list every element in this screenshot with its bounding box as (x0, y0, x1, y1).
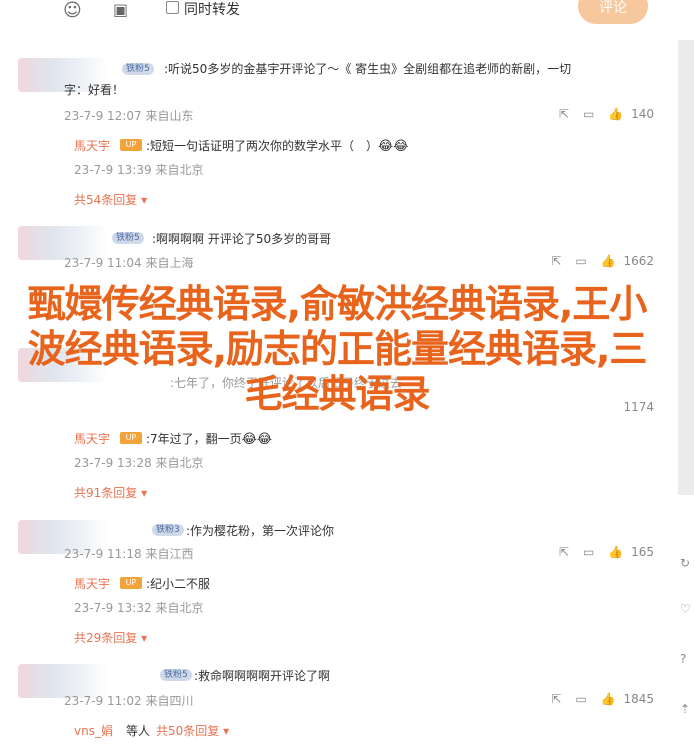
fans-badge: 铁粉5 (122, 63, 154, 75)
refresh-icon[interactable]: ↻ (680, 556, 690, 570)
reply-text: :短短一句话证明了两次你的数学水平（ ）😂😂 (146, 139, 409, 154)
like-icon[interactable]: 👍 (608, 107, 623, 121)
share-icon[interactable]: ⇱ (551, 254, 561, 268)
reply-icon[interactable]: ▭ (575, 692, 586, 706)
fans-badge: 铁粉3 (152, 524, 184, 536)
smiley-icon[interactable]: ☺ (63, 0, 82, 21)
reply-author[interactable]: 馬天宇 (74, 137, 110, 154)
more-replies-link[interactable]: 共29条回复 ▾ (74, 629, 147, 646)
fans-badge: 铁粉5 (112, 232, 144, 244)
comment-text: :听说50多岁的金基宇开评论了～《 寄生虫》全剧组都在追老师的新剧，一切 (164, 62, 572, 76)
share-icon[interactable]: ⇱ (559, 107, 569, 121)
like-count: 1845 (623, 692, 654, 706)
heart-icon[interactable]: ♡ (680, 602, 691, 616)
reply-icon[interactable]: ▭ (575, 254, 586, 268)
reply-text: :纪小二不服 (146, 577, 211, 591)
comment-text: :作为樱花粉，第一次评论你 (186, 524, 335, 538)
reply-icon[interactable]: ▭ (583, 107, 594, 121)
reply-text: :7年过了，翻一页😂😂 (146, 432, 273, 447)
reply-meta: 23-7-9 13:39 来自北京 (74, 163, 204, 177)
reply-author[interactable]: 馬天宇 (74, 430, 110, 447)
comment-text: :救命啊啊啊啊开评论了啊 (194, 669, 331, 683)
comment-text: :啊啊啊啊 开评论了50多岁的哥哥 (152, 232, 332, 246)
reply-meta: 23-7-9 13:28 来自北京 (74, 456, 204, 470)
like-icon[interactable]: 👍 (601, 692, 616, 706)
comment-meta: 23-7-9 11:18 来自江西 (64, 547, 194, 561)
comment-actions: ⇱ ▭ 👍 1662 (537, 254, 654, 268)
like-count: 165 (631, 545, 654, 559)
reply-action-text: 等人 (126, 724, 151, 738)
like-icon[interactable]: 👍 (601, 254, 616, 268)
help-icon[interactable]: ? (680, 652, 686, 666)
comment-text-line2: 字：好看！ (64, 83, 125, 97)
post-comment-button[interactable]: 评论 (578, 0, 648, 24)
comment-meta: 23-7-9 11:04 来自上海 (64, 256, 194, 270)
more-replies-link[interactable]: 共50条回复 ▾ (156, 722, 229, 739)
share-icon[interactable]: ⇱ (559, 545, 569, 559)
comment-actions: ⇱ ▭ 👍 165 (545, 545, 654, 559)
comment-toolbar: ☺ ▣ 同时转发 评论 (0, 0, 694, 24)
comment-meta: 23-7-9 12:07 来自山东 (64, 109, 194, 123)
image-icon[interactable]: ▣ (113, 0, 128, 19)
up-badge-icon: UP (120, 432, 142, 444)
like-count: 140 (631, 107, 654, 121)
scrollbar[interactable] (678, 40, 694, 495)
more-replies-link[interactable]: 共91条回复 ▾ (74, 484, 147, 501)
comment-meta: 23-7-9 11:02 来自四川 (64, 694, 194, 708)
more-replies-link[interactable]: 共54条回复 ▾ (74, 191, 147, 208)
comment-actions: ⇱ ▭ 👍 1845 (537, 692, 654, 706)
forward-label: 同时转发 (184, 2, 240, 18)
up-badge-icon: UP (120, 577, 142, 589)
reply-author[interactable]: 馬天宇 (74, 575, 110, 592)
fans-badge: 铁粉5 (160, 669, 192, 681)
comment-actions: ⇱ ▭ 👍 140 (545, 107, 654, 121)
like-count: 1662 (623, 254, 654, 268)
reply-author[interactable]: vns_娟 (74, 722, 113, 739)
reply-meta: 23-7-9 13:32 来自北京 (74, 601, 204, 615)
overlay-title: 甄嬛传经典语录,俞敏洪经典语录,王小波经典语录,励志的正能量经典语录,三毛经典语… (27, 282, 648, 416)
forward-checkbox[interactable] (166, 1, 179, 14)
like-icon[interactable]: 👍 (608, 545, 623, 559)
reply-icon[interactable]: ▭ (583, 545, 594, 559)
share-icon[interactable]: ⇱ (551, 692, 561, 706)
top-icon[interactable]: ⇡ (680, 702, 690, 716)
up-badge-icon: UP (120, 139, 142, 151)
